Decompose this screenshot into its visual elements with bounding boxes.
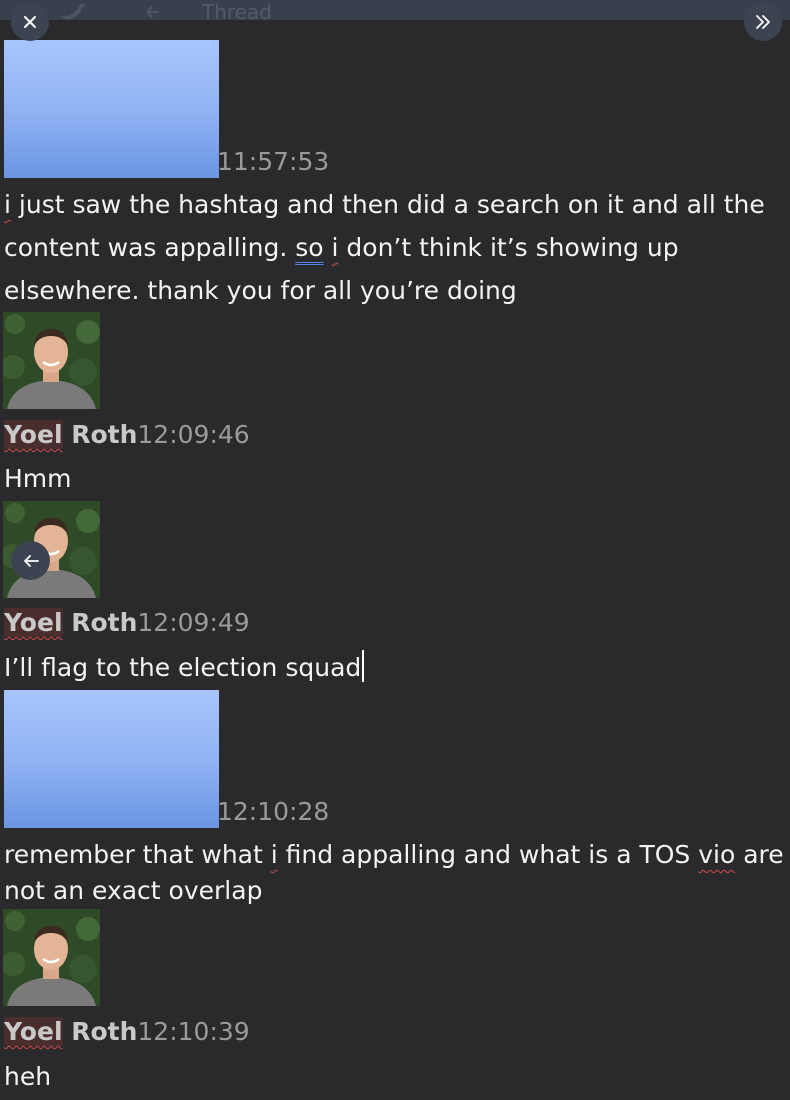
spell-flagged-word: i [270,840,278,869]
back-button[interactable] [11,541,50,580]
grammar-flagged-word: so [295,233,324,262]
expand-button[interactable] [744,3,782,41]
message-text: I’ll flag to the election squad [4,646,784,689]
author-first-name[interactable]: Yoel [4,1017,63,1046]
message-text: Hmm [4,464,72,493]
message-text: heh [4,1062,52,1091]
message-text: i just saw the hashtag and then did a se… [4,183,784,312]
author-first-name[interactable]: Yoel [4,420,63,449]
message-timestamp: 12:10:28 [217,797,330,826]
user-avatar[interactable] [3,312,100,409]
text-segment: find appalling and what is a TOS [277,840,699,869]
spell-flagged-word: vio [698,840,736,869]
close-icon [24,16,36,28]
author-first-name[interactable]: Yoel [4,608,63,637]
message-timestamp: 12:09:46 [137,420,250,449]
bird-icon [58,2,88,20]
text-segment [324,233,332,262]
message-text: remember that what i find appalling and … [4,837,784,909]
thread-header: Thread [0,0,790,20]
spell-flagged-word: i [4,190,11,219]
message-header: Yoel Roth12:09:46 [4,420,250,450]
author-last-name[interactable]: Roth [63,1017,137,1046]
double-chevron-right-icon [756,15,770,29]
message-timestamp: 11:57:53 [217,147,330,176]
message-header: Yoel Roth12:10:39 [4,1017,250,1047]
message-timestamp: 12:09:49 [137,608,250,637]
close-button[interactable] [11,3,49,41]
message-header: Yoel Roth12:09:49 [4,608,250,638]
message-text-content: I’ll flag to the election squad [4,653,362,682]
message-timestamp: 12:10:39 [137,1017,250,1046]
author-last-name[interactable]: Roth [63,608,137,637]
user-avatar[interactable] [3,909,100,1006]
author-last-name[interactable]: Roth [63,420,137,449]
arrow-left-icon [23,554,39,567]
text-caret [362,650,365,682]
redacted-avatar [4,690,219,828]
redacted-avatar [4,40,219,178]
text-segment: remember that what [4,840,271,869]
arrow-left-icon[interactable] [143,2,163,20]
thread-title: Thread [202,0,272,20]
